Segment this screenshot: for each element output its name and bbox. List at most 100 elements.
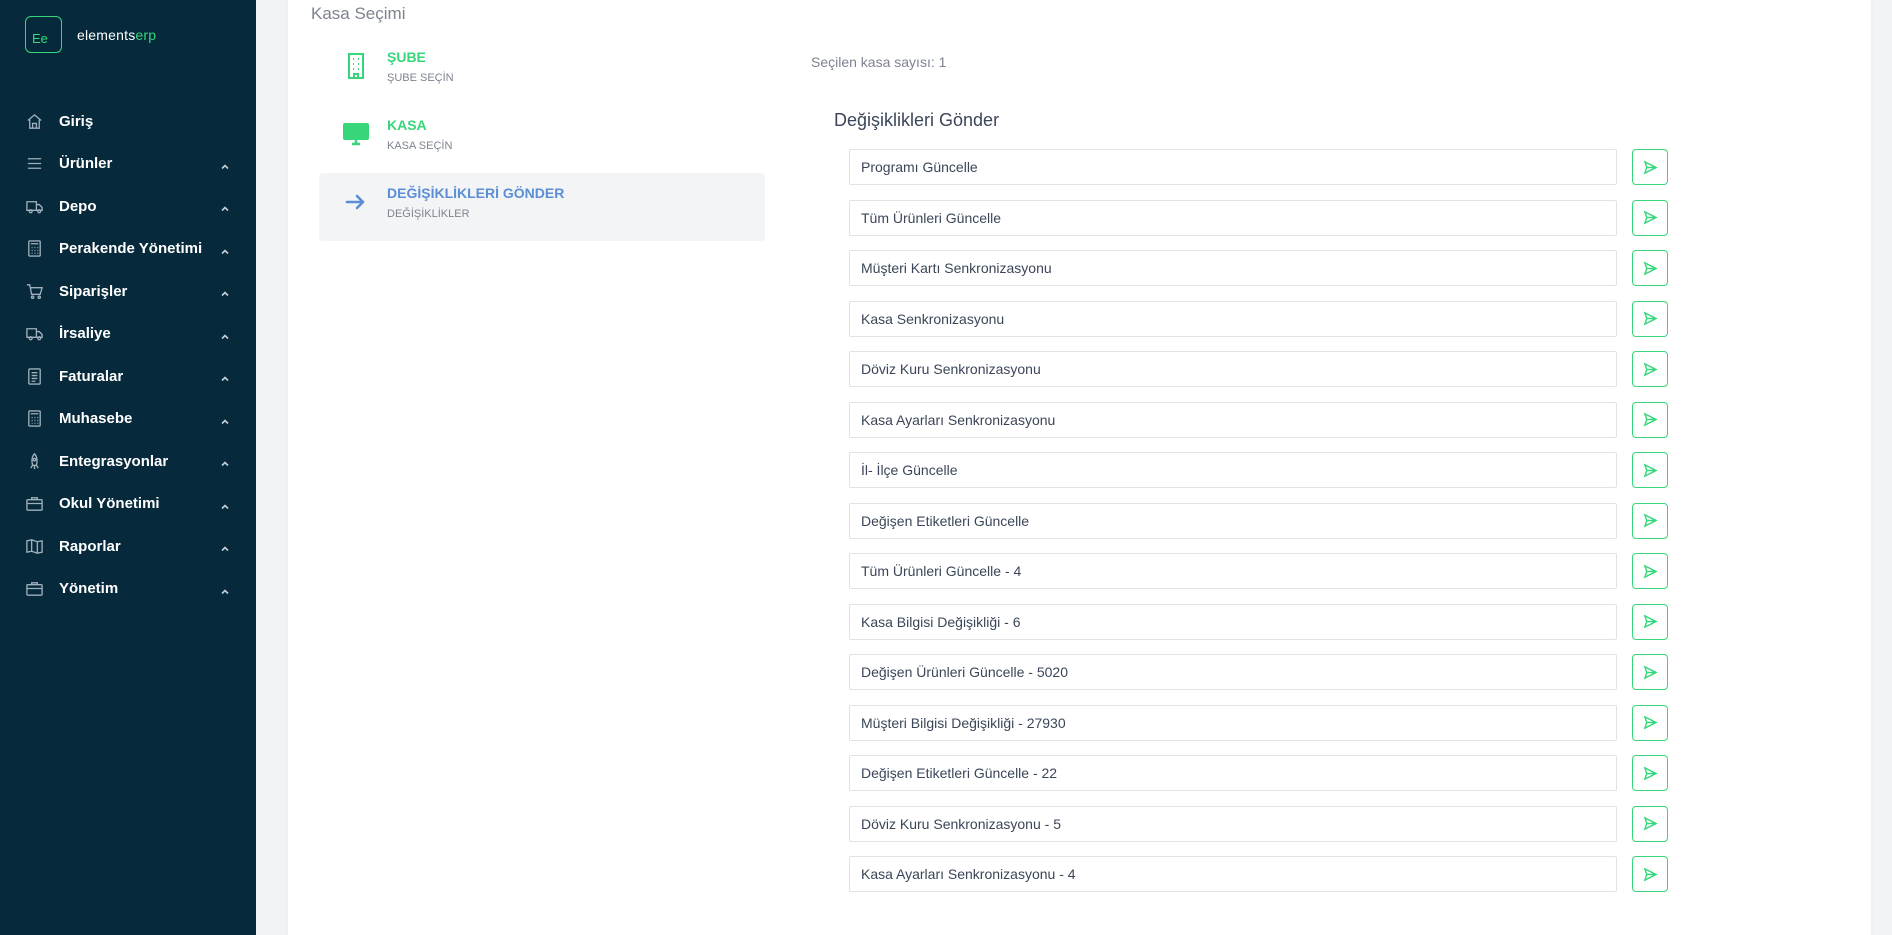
wizard-step-kasa[interactable]: KASA KASA SEÇİN xyxy=(319,105,765,173)
chevron-up-icon[interactable] xyxy=(220,286,230,297)
calculator-icon xyxy=(24,409,44,429)
app-logo[interactable]: Ee elementserp xyxy=(25,16,156,53)
sidebar-item-label: Yönetim xyxy=(59,580,119,598)
wizard-steps: ŞUBE ŞUBE SEÇİN KASA KASA SEÇİN DEĞİŞİKLİKLE… xyxy=(319,37,765,241)
sidebar-item-faturalar[interactable]: Faturalar xyxy=(0,355,256,398)
sidebar: Ee elementserp Giriş Ürünler Depo Perakende… xyxy=(0,0,256,935)
monitor-icon xyxy=(341,119,371,149)
send-icon xyxy=(1643,311,1658,326)
logo-mark: Ee xyxy=(25,16,62,53)
send-icon xyxy=(1643,715,1658,730)
sidebar-item-label: İrsaliye xyxy=(59,325,111,343)
home-icon xyxy=(24,111,44,131)
send-icon xyxy=(1643,210,1658,225)
wizard-step-sube[interactable]: ŞUBE ŞUBE SEÇİN xyxy=(319,37,765,105)
action-label-field: Değişen Etiketleri Güncelle - 22 xyxy=(849,755,1617,791)
send-icon xyxy=(1643,765,1658,781)
action-label-field: Tüm Ürünleri Güncelle - 4 xyxy=(849,553,1617,589)
truck-icon xyxy=(24,196,44,216)
chevron-up-icon[interactable] xyxy=(220,201,230,212)
sidebar-item-irsaliye[interactable]: İrsaliye xyxy=(0,313,256,356)
sidebar-item-urunler[interactable]: Ürünler xyxy=(0,143,256,186)
chevron-up-icon[interactable] xyxy=(220,541,230,552)
document-icon xyxy=(24,366,44,386)
send-icon xyxy=(1643,513,1658,528)
send-icon xyxy=(1643,866,1658,882)
arrow-right-icon xyxy=(341,187,371,217)
sidebar-item-siparisler[interactable]: Siparişler xyxy=(0,270,256,313)
send-button[interactable] xyxy=(1632,553,1668,589)
briefcase-icon xyxy=(24,494,44,514)
action-label-field: Kasa Bilgisi Değişikliği - 6 xyxy=(849,603,1617,640)
send-button[interactable] xyxy=(1632,654,1668,690)
chevron-up-icon[interactable] xyxy=(220,499,230,509)
send-button[interactable] xyxy=(1632,401,1668,438)
chevron-up-icon[interactable] xyxy=(220,456,230,467)
sidebar-item-label: Depo xyxy=(59,197,97,215)
send-button[interactable] xyxy=(1632,452,1668,488)
list-icon xyxy=(24,154,44,174)
chevron-up-icon[interactable] xyxy=(220,371,230,382)
send-button[interactable] xyxy=(1632,300,1668,337)
section-title: Değişiklikleri Gönder xyxy=(834,110,1000,130)
chevron-up-icon[interactable] xyxy=(220,584,230,594)
action-label-field: Müşteri Bilgisi Değişikliği - 27930 xyxy=(849,704,1617,741)
book-icon xyxy=(24,536,44,556)
send-icon xyxy=(1643,563,1658,579)
briefcase-icon xyxy=(24,579,44,599)
rocket-icon xyxy=(24,451,44,471)
main-card: Kasa Seçimi ŞUBE ŞUBE SEÇİN KASA KASA SEÇİN… xyxy=(288,0,1871,935)
action-label-field: Döviz Kuru Senkronizasyonu - 5 xyxy=(849,805,1617,842)
sidebar-item-raporlar[interactable]: Raporlar xyxy=(0,525,256,568)
action-label-field: İl- İlçe Güncelle xyxy=(849,452,1617,488)
step-subtitle: KASA SEÇİN xyxy=(387,140,453,152)
send-icon xyxy=(1643,462,1658,478)
action-label-field: Değişen Etiketleri Güncelle xyxy=(849,502,1617,539)
action-label-field: Kasa Senkronizasyonu xyxy=(849,300,1617,337)
send-icon xyxy=(1643,260,1658,276)
sidebar-item-muhasebe[interactable]: Muhasebe xyxy=(0,398,256,441)
sidebar-item-depo[interactable]: Depo xyxy=(0,185,256,228)
sidebar-item-perakende-yonetimi[interactable]: Perakende Yönetimi xyxy=(0,228,256,271)
sidebar-item-okul-yonetimi[interactable]: Okul Yönetimi xyxy=(0,483,256,526)
sidebar-item-label: Muhasebe xyxy=(59,410,133,428)
send-button[interactable] xyxy=(1632,856,1668,892)
sidebar-item-label: Raporlar xyxy=(59,537,121,555)
action-label-field: Müşteri Kartı Senkronizasyonu xyxy=(849,250,1617,286)
truck-icon xyxy=(24,324,44,344)
cart-icon xyxy=(24,281,44,301)
send-button[interactable] xyxy=(1632,502,1668,539)
sidebar-item-label: Giriş xyxy=(59,112,94,130)
send-button[interactable] xyxy=(1632,199,1668,236)
send-icon xyxy=(1643,816,1658,831)
send-button[interactable] xyxy=(1632,351,1668,387)
send-button[interactable] xyxy=(1632,704,1668,741)
sidebar-item-label: Ürünler xyxy=(59,155,113,173)
step-subtitle: DEĞİŞİKLİKLER xyxy=(387,208,470,220)
sidebar-item-label: Faturalar xyxy=(59,367,124,385)
send-button[interactable] xyxy=(1632,603,1668,640)
chevron-up-icon[interactable] xyxy=(220,244,230,254)
logo-text: elementserp xyxy=(77,26,157,43)
send-button[interactable] xyxy=(1632,250,1668,286)
action-label-field: Kasa Ayarları Senkronizasyonu - 4 xyxy=(849,856,1617,892)
sidebar-item-yonetim[interactable]: Yönetim xyxy=(0,568,256,611)
send-icon xyxy=(1643,159,1658,175)
building-icon xyxy=(341,51,371,81)
sidebar-item-entegrasyonlar[interactable]: Entegrasyonlar xyxy=(0,440,256,483)
sidebar-item-giris[interactable]: Giriş xyxy=(0,100,256,143)
action-label-field: Tüm Ürünleri Güncelle xyxy=(849,199,1617,236)
send-button[interactable] xyxy=(1632,755,1668,791)
send-icon xyxy=(1643,412,1658,427)
chevron-up-icon[interactable] xyxy=(220,159,230,169)
selected-register-count: Seçilen kasa sayısı: 1 xyxy=(811,54,947,70)
sidebar-item-label: Siparişler xyxy=(59,282,128,300)
step-title: KASA xyxy=(387,117,427,133)
step-subtitle: ŞUBE SEÇİN xyxy=(387,72,454,84)
action-label-field: Değişen Ürünleri Güncelle - 5020 xyxy=(849,654,1617,690)
chevron-up-icon[interactable] xyxy=(220,329,230,339)
send-button[interactable] xyxy=(1632,805,1668,842)
chevron-up-icon[interactable] xyxy=(220,414,230,424)
send-button[interactable] xyxy=(1632,149,1668,185)
wizard-step-degisiklikleri-gonder[interactable]: DEĞİŞİKLİKLERİ GÖNDER DEĞİŞİKLİKLER xyxy=(319,173,765,241)
